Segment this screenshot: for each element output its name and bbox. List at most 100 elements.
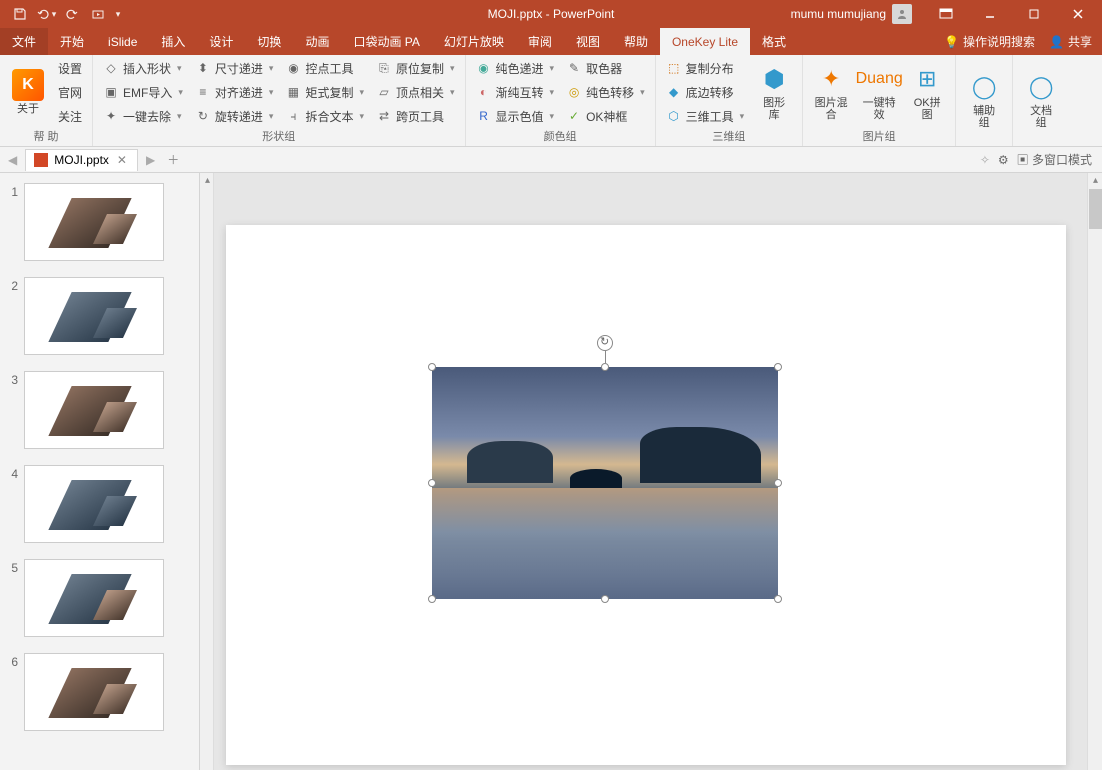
circle-icon: ◯ [968,71,1000,103]
slide-thumbnail[interactable] [24,277,164,355]
maximize-icon[interactable] [1014,0,1054,28]
color-transfer-button[interactable]: ◎纯色转移▾ [562,81,649,103]
close-tab-icon[interactable]: ✕ [115,153,129,167]
tab-animations[interactable]: 动画 [293,28,341,55]
original-copy-button[interactable]: ⎘原位复制▾ [372,57,459,79]
tab-view[interactable]: 视图 [564,28,612,55]
save-icon[interactable] [8,2,32,26]
bottom-transfer-button[interactable]: ◆底边转移 [662,81,749,103]
resize-handle[interactable] [601,363,609,371]
shape-library-button[interactable]: ⬢ 图形 库 [752,57,796,127]
resize-handle[interactable] [601,595,609,603]
tab-pocket[interactable]: 口袋动画 PA [341,28,431,55]
resize-handle[interactable] [428,363,436,371]
gradient-swap-button[interactable]: ◐渐纯互转▾ [472,81,559,103]
3d-tool-button[interactable]: ⬡三维工具▾ [662,105,749,127]
matrix-copy-button[interactable]: ▦矩式复制▾ [281,81,368,103]
ribbon-display-icon[interactable] [926,0,966,28]
share-button[interactable]: 👤 共享 [1049,33,1092,50]
one-click-remove-button[interactable]: ✦一键去除▾ [99,105,187,127]
tab-help[interactable]: 帮助 [612,28,660,55]
slide-canvas[interactable] [226,225,1066,765]
control-icon: ◉ [285,60,301,76]
slide-thumbnail[interactable] [24,183,164,261]
transfer-icon: ◎ [566,84,582,100]
insert-shape-button[interactable]: ◇插入形状▾ [99,57,187,79]
copy-distribute-button[interactable]: ⬚复制分布 [662,57,749,79]
eyedropper-button[interactable]: ✎取色器 [562,57,649,79]
follow-button[interactable]: 关注 [54,105,86,127]
size-icon: ⬍ [195,60,211,76]
slide-thumbnail[interactable] [24,465,164,543]
slide-editor[interactable]: ▴ ▴ [200,173,1102,770]
one-click-fx-button[interactable]: Duang一键特 效 [857,57,901,127]
tab-slideshow[interactable]: 幻灯片放映 [432,28,516,55]
slide-thumbnail[interactable] [24,653,164,731]
redo-icon[interactable] [60,2,84,26]
tab-scroll-right-icon[interactable]: ▶ [142,153,159,167]
slide-thumbnail[interactable] [24,371,164,449]
user-account[interactable]: mumu mumujiang [781,4,922,24]
puzzle-icon: ⊞ [911,63,943,95]
tab-file[interactable]: 文件 [0,28,48,55]
vertical-scrollbar[interactable]: ▴ [1087,173,1102,770]
cross-page-button[interactable]: ⇄跨页工具 [372,105,459,127]
control-point-button[interactable]: ◉控点工具 [281,57,368,79]
rotate-step-button[interactable]: ↻旋转递进▾ [191,105,278,127]
star-icon[interactable]: ✧ [980,153,990,167]
size-step-button[interactable]: ⬍尺寸递进▾ [191,57,278,79]
tab-insert[interactable]: 插入 [149,28,197,55]
ok-frame-button[interactable]: ✓OK神框 [562,105,649,127]
undo-icon[interactable]: ▾ [34,2,58,26]
share-icon: 👤 [1049,35,1064,49]
resize-handle[interactable] [774,363,782,371]
tab-review[interactable]: 审阅 [516,28,564,55]
title-bar: ▾ ▾ MOJI.pptx - PowerPoint mumu mumujian… [0,0,1102,28]
resize-handle[interactable] [774,595,782,603]
settings-button[interactable]: 设置 [54,57,86,79]
show-color-button[interactable]: R显示色值▾ [472,105,559,127]
resize-handle[interactable] [428,479,436,487]
slide-thumbnail[interactable] [24,559,164,637]
about-button[interactable]: K 关于 [6,57,50,127]
tab-format[interactable]: 格式 [750,28,798,55]
ribbon: K 关于 设置 官网 关注 帮 助 ◇插入形状▾ ▣EMF导入▾ ✦一键去除▾ … [0,55,1102,147]
multiwindow-button[interactable]: ▣ 多窗口模式 [1017,151,1092,168]
tab-onekey[interactable]: OneKey Lite [660,28,750,55]
group-shape: ◇插入形状▾ ▣EMF导入▾ ✦一键去除▾ ⬍尺寸递进▾ ≡对齐递进▾ ↻旋转递… [93,55,466,146]
ribbon-tabs: 文件 开始 iSlide 插入 设计 切换 动画 口袋动画 PA 幻灯片放映 审… [0,28,1102,55]
aux-group-button[interactable]: ◯辅助 组 [962,57,1006,143]
gradient-icon: ◐ [476,84,492,100]
resize-handle[interactable] [428,595,436,603]
rotate-handle[interactable] [597,335,613,351]
tab-home[interactable]: 开始 [48,28,96,55]
tab-islide[interactable]: iSlide [96,28,149,55]
minimize-icon[interactable] [970,0,1010,28]
gear-icon[interactable]: ⚙ [998,153,1009,167]
emf-import-button[interactable]: ▣EMF导入▾ [99,81,187,103]
scroll-up-icon[interactable]: ▴ [200,173,215,188]
align-step-button[interactable]: ≡对齐递进▾ [191,81,278,103]
document-tab[interactable]: MOJI.pptx ✕ [25,149,138,171]
tab-scroll-left-icon[interactable]: ◀ [4,153,21,167]
split-text-button[interactable]: ⫞拆合文本▾ [281,105,368,127]
tell-me-search[interactable]: 💡 操作说明搜索 [944,33,1035,50]
selected-image[interactable] [432,367,778,599]
tab-transitions[interactable]: 切换 [245,28,293,55]
document-tabs: ◀ MOJI.pptx ✕ ▶ ＋ ✧ ⚙ ▣ 多窗口模式 [0,147,1102,173]
start-from-beginning-icon[interactable] [86,2,110,26]
pure-color-step-button[interactable]: ◉纯色递进▾ [472,57,559,79]
close-icon[interactable] [1058,0,1098,28]
ok-puzzle-button[interactable]: ⊞OK拼 图 [905,57,949,127]
official-site-button[interactable]: 官网 [54,81,86,103]
add-tab-icon[interactable]: ＋ [163,150,183,170]
group-help: K 关于 设置 官网 关注 帮 助 [0,55,93,146]
doc-group-button[interactable]: ◯文档 组 [1019,57,1063,143]
resize-handle[interactable] [774,479,782,487]
scrollbar-thumb[interactable] [1089,189,1102,229]
picture-blend-button[interactable]: ✦图片混 合 [809,57,853,127]
scroll-up-icon[interactable]: ▴ [1088,173,1102,188]
qat-customize-icon[interactable]: ▾ [112,2,124,26]
tab-design[interactable]: 设计 [197,28,245,55]
vertex-button[interactable]: ▱顶点相关▾ [372,81,459,103]
